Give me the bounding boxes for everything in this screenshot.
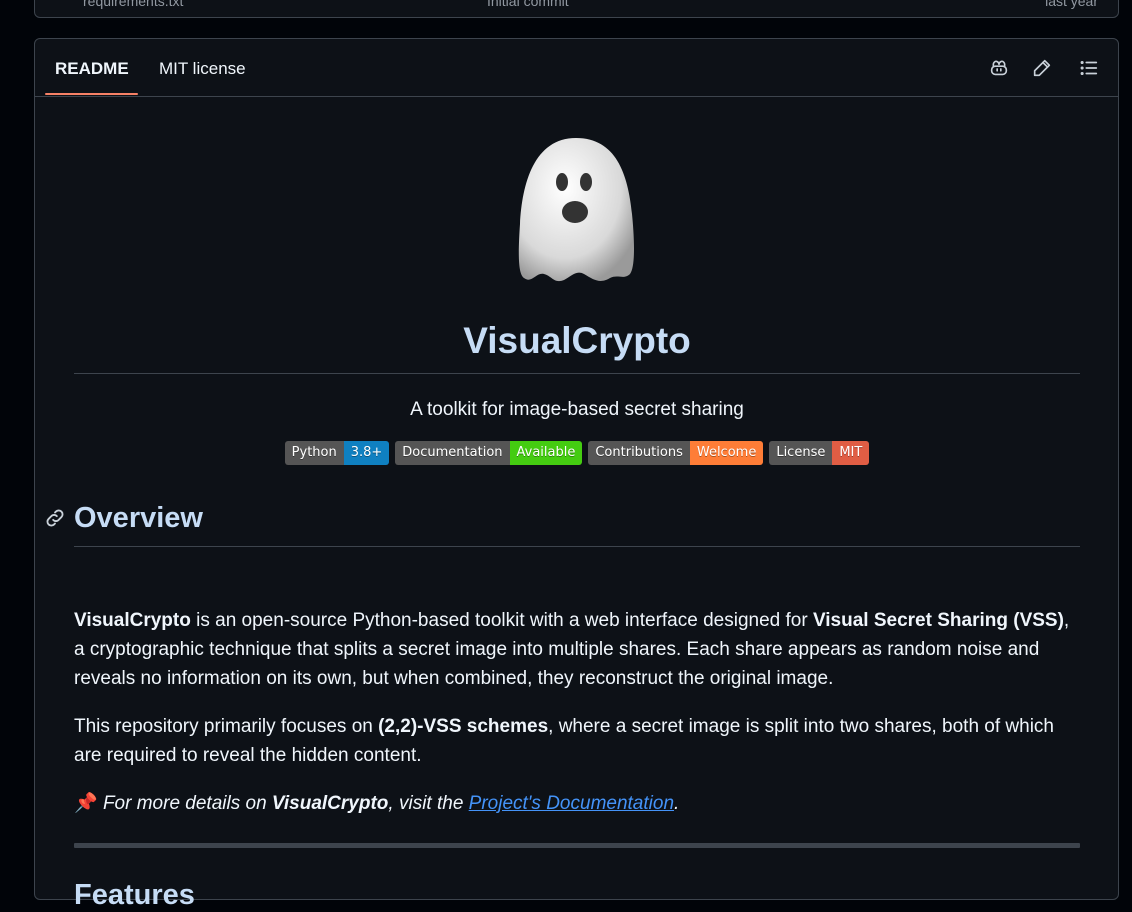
file-name-link[interactable]: requirements.txt: [83, 0, 183, 9]
link-icon[interactable]: [44, 507, 66, 529]
readme-subtitle: A toolkit for image-based secret sharing: [410, 399, 744, 420]
overview-divider: [74, 546, 1080, 547]
copilot-icon[interactable]: [988, 57, 1010, 79]
python-badge[interactable]: Python 3.8+: [284, 441, 390, 465]
section-divider: [74, 843, 1080, 848]
pushpin-icon: 📌: [74, 793, 98, 814]
commit-message[interactable]: Initial commit: [487, 0, 569, 9]
readme-tabbar: README MIT license: [35, 39, 1118, 97]
readme-title: VisualCrypto: [463, 320, 691, 361]
documentation-link[interactable]: Project's Documentation: [469, 793, 674, 814]
overview-paragraph-2: This repository primarily focuses on (2,…: [74, 716, 1054, 766]
readme-box: README MIT license VisualCrypto A toolki…: [34, 38, 1119, 911]
tab-license[interactable]: MIT license: [159, 59, 246, 79]
badge-value: Welcome: [689, 441, 764, 465]
badge-value: Available: [509, 441, 583, 465]
file-row: requirements.txt Initial commit last yea…: [34, 0, 1119, 18]
features-heading: Features: [74, 879, 195, 911]
title-divider: [74, 373, 1080, 374]
overview-paragraph-3: 📌 For more details on VisualCrypto, visi…: [74, 793, 680, 814]
overview-paragraph-1: VisualCrypto is an open-source Python-ba…: [74, 610, 1070, 689]
commit-time: last year: [1045, 0, 1098, 9]
badge-value: 3.8+: [343, 441, 390, 465]
pencil-icon[interactable]: [1031, 57, 1053, 79]
license-badge[interactable]: License MIT: [769, 441, 870, 465]
list-icon[interactable]: [1078, 57, 1100, 79]
ghost-logo: [518, 138, 634, 282]
active-tab-indicator: [45, 93, 138, 95]
overview-heading: Overview: [74, 502, 203, 534]
badge-row: Python 3.8+ Documentation Available Cont…: [74, 441, 1080, 465]
badge-value: MIT: [832, 441, 870, 465]
contributions-badge[interactable]: Contributions Welcome: [588, 441, 764, 465]
tab-readme[interactable]: README: [55, 59, 129, 79]
documentation-badge[interactable]: Documentation Available: [395, 441, 583, 465]
